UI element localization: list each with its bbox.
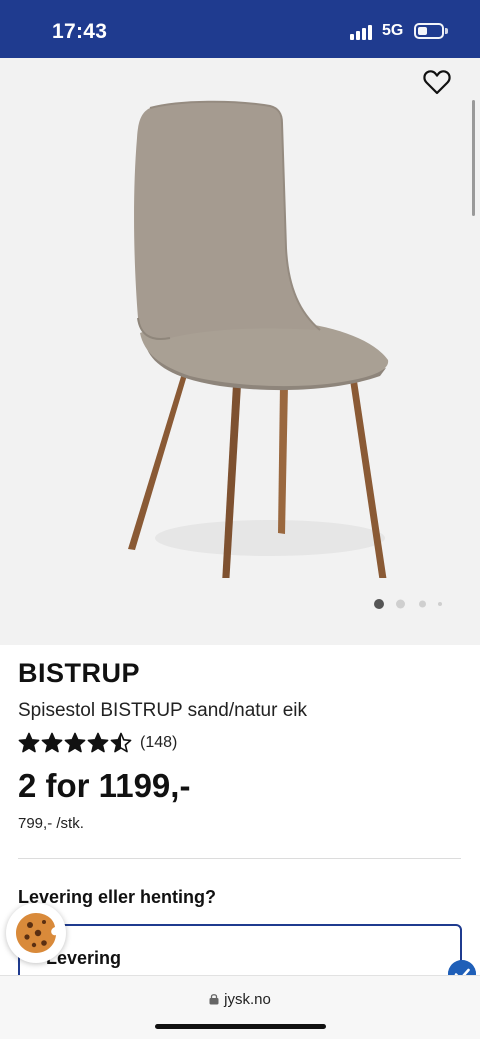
divider	[18, 858, 461, 859]
product-name: Spisestol BISTRUP sand/natur eik	[18, 700, 308, 721]
battery-icon	[414, 23, 444, 39]
heart-icon[interactable]	[422, 68, 452, 96]
gallery-dot[interactable]	[419, 600, 426, 608]
product-rating[interactable]: (148)	[18, 732, 177, 754]
network-label: 5G	[382, 22, 404, 39]
review-count: (148)	[140, 734, 178, 751]
lock-icon	[209, 994, 219, 1005]
star-half-icon	[110, 732, 132, 753]
home-indicator[interactable]	[155, 1024, 326, 1029]
star-full-icon	[41, 732, 63, 753]
star-full-icon	[18, 732, 40, 753]
scroll-indicator[interactable]	[472, 100, 475, 216]
status-bar: 17:43 5G	[0, 0, 480, 58]
cookie-icon	[16, 913, 56, 953]
battery-tip	[445, 28, 448, 34]
url-bar[interactable]: jysk.no	[0, 991, 480, 1008]
product-gallery[interactable]	[0, 58, 480, 645]
status-time: 17:43	[52, 20, 108, 43]
star-full-icon	[64, 732, 86, 753]
signal-icon	[350, 24, 376, 40]
rating-stars	[18, 732, 132, 754]
star-full-icon	[87, 732, 109, 753]
unit-price: 799,- /stk.	[18, 815, 84, 832]
browser-bar: jysk.no	[0, 975, 480, 1039]
cookie-settings-button[interactable]	[6, 903, 66, 963]
chair-image	[128, 100, 389, 578]
gallery-dot[interactable]	[438, 602, 442, 606]
gallery-dot[interactable]	[374, 599, 384, 609]
gallery-dot[interactable]	[396, 599, 405, 609]
url-text: jysk.no	[224, 991, 271, 1008]
product-brand: BISTRUP	[18, 658, 141, 688]
gallery-dots[interactable]	[374, 599, 454, 609]
product-price: 2 for 1199,-	[18, 767, 191, 804]
